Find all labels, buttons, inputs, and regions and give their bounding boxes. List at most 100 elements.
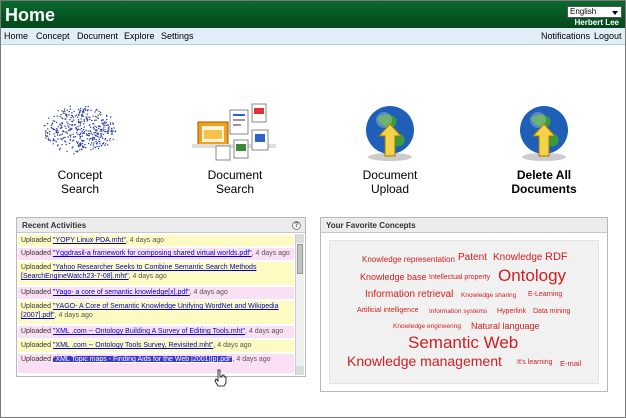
scatter-dot	[93, 137, 96, 139]
tag-knowledge[interactable]: Knowledge	[493, 252, 542, 263]
tag-patent[interactable]: Patent	[458, 252, 487, 263]
scatter-dot	[68, 114, 70, 116]
scatter-dot	[86, 113, 88, 115]
scatter-dot	[91, 142, 93, 144]
scatter-dot	[101, 122, 103, 124]
document-upload-button[interactable]: Document Upload	[340, 100, 440, 196]
scatter-dot	[52, 140, 54, 142]
activity-time: , 4 days ago	[54, 312, 93, 319]
scatter-dot	[80, 148, 83, 150]
tag-natural-language[interactable]: Natural language	[471, 321, 540, 331]
activity-item: Uploaded "XML Topic maps - Finding Aids …	[18, 354, 294, 374]
nav-notifications[interactable]: Notifications	[541, 31, 590, 41]
scatter-dot	[76, 131, 78, 134]
nav-document[interactable]: Document	[77, 31, 118, 41]
scatter-dot	[100, 130, 103, 132]
activity-document-link[interactable]: "Yago- a core of semantic knowledge[x].p…	[53, 289, 190, 296]
activity-document-link[interactable]: "XML .com -- Ontology Building A Survey …	[53, 328, 245, 335]
scatter-dot	[84, 143, 86, 146]
scatter-dot	[85, 147, 87, 149]
tag-e-learning[interactable]: E-Learning	[528, 291, 562, 298]
delete-all-documents-button[interactable]: Delete All Documents	[494, 100, 594, 196]
scatter-dot	[69, 108, 72, 110]
tag-e-mail[interactable]: E-mail	[560, 359, 581, 368]
scatter-dot	[98, 110, 100, 112]
nav-home[interactable]: Home	[4, 31, 28, 41]
activities-scrollbar[interactable]	[295, 234, 304, 375]
favorite-concepts-panel: Your Favorite Concepts Knowledge represe…	[320, 217, 608, 392]
scatter-dot	[92, 144, 95, 146]
scatter-dot	[69, 119, 71, 121]
scatter-dot	[57, 131, 59, 133]
tag-knowledge-representation[interactable]: Knowledge representation	[362, 255, 455, 264]
scatter-dot	[83, 126, 85, 128]
scatter-dot	[112, 138, 114, 141]
nav-explore[interactable]: Explore	[124, 31, 155, 41]
tag-information-retrieval[interactable]: Information retrieval	[365, 289, 453, 300]
activity-document-link[interactable]: "XML Topic maps - Finding Aids for the W…	[52, 356, 233, 363]
tag-knowledge-engineering[interactable]: Knowledge engineering	[393, 323, 461, 330]
scatter-dot	[104, 122, 106, 124]
scatter-dot	[66, 150, 68, 152]
scatter-dot	[114, 131, 117, 133]
scatter-dot	[102, 119, 104, 121]
scatter-dot	[100, 132, 102, 135]
scatter-dot	[89, 126, 92, 129]
tag-knowledge-base[interactable]: Knowledge base	[360, 272, 427, 282]
scroll-up-button[interactable]	[296, 234, 304, 243]
nav-settings[interactable]: Settings	[161, 31, 194, 41]
scatter-dot	[86, 110, 89, 112]
scatter-dot	[61, 110, 63, 112]
scatter-dot	[58, 134, 61, 136]
scatter-dot	[104, 144, 106, 146]
scatter-dot	[64, 112, 66, 115]
language-select[interactable]: English	[567, 6, 622, 18]
scatter-dot	[69, 123, 71, 126]
document-search-button[interactable]: Document Search	[185, 100, 285, 196]
tag-intellectual-property[interactable]: Intellectual property	[429, 274, 490, 281]
scatter-dot	[62, 112, 64, 114]
scatter-dot	[63, 131, 65, 133]
scatter-dot	[86, 138, 89, 140]
tag-its-learning[interactable]: It's learning	[517, 359, 553, 366]
document-search-label-2: Search	[215, 182, 255, 196]
activity-document-link[interactable]: "YOPY Linux PDA.mht"	[53, 237, 126, 244]
nav-logout[interactable]: Logout	[594, 31, 622, 41]
scatter-dot	[54, 135, 56, 137]
scatter-dot	[107, 131, 109, 133]
scatter-dot	[50, 124, 53, 127]
scatter-dot	[103, 124, 105, 126]
activity-item: Uploaded "YOPY Linux PDA.mht", 4 days ag…	[18, 235, 294, 247]
activity-time: , 4 days ago	[245, 328, 284, 335]
scatter-dot	[95, 119, 97, 121]
activity-document-link[interactable]: "XML .com -- Ontology Tools Survey, Revi…	[53, 342, 213, 349]
tag-data-mining[interactable]: Data mining	[533, 308, 570, 315]
tag-artificial-intelligence[interactable]: Artificial intelligence	[357, 307, 418, 314]
scatter-dot	[69, 129, 71, 131]
scatter-dot	[75, 150, 77, 152]
scatter-dot	[97, 132, 99, 135]
help-icon[interactable]: ?	[292, 221, 301, 230]
tag-hyperlink[interactable]: Hyperlink	[497, 308, 526, 315]
scatter-dot	[69, 105, 71, 107]
tag-knowledge-sharing[interactable]: Knowledge sharing	[461, 292, 516, 299]
tag-knowledge-management[interactable]: Knowledge management	[347, 353, 502, 369]
activity-document-link[interactable]: "Yggdrasil-a framework for composing sha…	[53, 250, 252, 257]
scroll-thumb[interactable]	[297, 244, 303, 274]
tag-semantic-web[interactable]: Semantic Web	[408, 333, 518, 353]
scatter-dot	[95, 126, 98, 128]
scatter-dot	[72, 116, 75, 118]
tag-ontology[interactable]: Ontology	[498, 266, 566, 286]
concept-search-button[interactable]: Concept Search	[30, 100, 130, 196]
scatter-dot	[66, 132, 69, 134]
user-name: Herbert Lee	[574, 18, 619, 27]
activity-item: Uploaded "XML .com -- Ontology Building …	[18, 326, 294, 339]
tag-rdf[interactable]: RDF	[545, 251, 568, 263]
scroll-down-button[interactable]	[296, 366, 304, 375]
nav-concept[interactable]: Concept	[36, 31, 70, 41]
scatter-dot	[93, 128, 95, 130]
scatter-dot	[74, 135, 77, 138]
scatter-dot	[60, 138, 62, 140]
scatter-dot	[82, 109, 85, 111]
tag-information-systems[interactable]: Information systems	[429, 308, 487, 315]
